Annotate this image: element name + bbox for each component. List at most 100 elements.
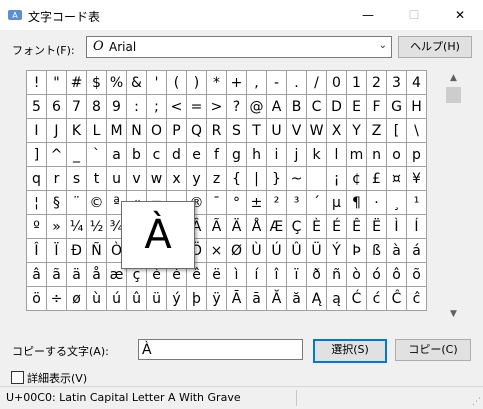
character-cell[interactable]: á: [407, 239, 427, 263]
character-cell[interactable]: Ă: [267, 287, 287, 311]
font-select[interactable]: O Arial ⌄: [86, 36, 392, 58]
character-cell[interactable]: 7: [67, 95, 87, 119]
character-cell[interactable]: Ý: [327, 239, 347, 263]
character-cell[interactable]: >: [207, 95, 227, 119]
character-cell[interactable]: °: [227, 191, 247, 215]
character-cell[interactable]: P: [167, 119, 187, 143]
help-button[interactable]: ヘルプ(H): [398, 36, 472, 58]
scroll-up-arrow-icon[interactable]: ▲: [445, 70, 462, 87]
copy-button[interactable]: コピー(C): [395, 339, 471, 361]
character-cell[interactable]: w: [147, 167, 167, 191]
character-cell[interactable]: ¤: [387, 167, 407, 191]
character-cell[interactable]: o: [387, 143, 407, 167]
character-cell[interactable]: ¦: [27, 191, 47, 215]
character-cell[interactable]: @: [247, 95, 267, 119]
character-cell[interactable]: K: [67, 119, 87, 143]
character-cell[interactable]: %: [107, 71, 127, 95]
character-cell[interactable]: ]: [27, 143, 47, 167]
character-cell[interactable]: Ĉ: [387, 287, 407, 311]
character-cell[interactable]: |: [247, 167, 267, 191]
character-cell[interactable]: ": [47, 71, 67, 95]
character-cell[interactable]: X: [327, 119, 347, 143]
character-cell[interactable]: Ï: [47, 239, 67, 263]
character-cell[interactable]: §: [47, 191, 67, 215]
character-cell[interactable]: ù: [87, 287, 107, 311]
character-cell[interactable]: q: [27, 167, 47, 191]
character-cell[interactable]: S: [227, 119, 247, 143]
character-cell[interactable]: ;: [147, 95, 167, 119]
character-cell[interactable]: I: [27, 119, 47, 143]
character-cell[interactable]: ø: [67, 287, 87, 311]
character-cell[interactable]: H: [407, 95, 427, 119]
select-button[interactable]: 選択(S): [313, 339, 387, 363]
character-cell[interactable]: M: [107, 119, 127, 143]
character-cell[interactable]: m: [347, 143, 367, 167]
character-cell[interactable]: 4: [407, 71, 427, 95]
character-cell[interactable]: f: [207, 143, 227, 167]
character-cell[interactable]: 0: [327, 71, 347, 95]
character-cell[interactable]: Y: [347, 119, 367, 143]
character-cell[interactable]: Ø: [227, 239, 247, 263]
character-cell[interactable]: Q: [187, 119, 207, 143]
character-cell[interactable]: j: [287, 143, 307, 167]
character-cell[interactable]: Í: [407, 215, 427, 239]
character-cell[interactable]: ð: [307, 263, 327, 287]
character-cell[interactable]: l: [327, 143, 347, 167]
character-cell[interactable]: e: [187, 143, 207, 167]
character-cell[interactable]: ò: [347, 263, 367, 287]
character-cell[interactable]: !: [27, 71, 47, 95]
character-cell[interactable]: Z: [367, 119, 387, 143]
character-cell[interactable]: ^: [47, 143, 67, 167]
scroll-down-arrow-icon[interactable]: ▼: [445, 306, 462, 323]
copy-characters-input[interactable]: À: [138, 339, 303, 360]
character-cell[interactable]: r: [47, 167, 67, 191]
character-cell[interactable]: ©: [87, 191, 107, 215]
character-cell[interactable]: L: [87, 119, 107, 143]
character-cell[interactable]: W: [307, 119, 327, 143]
character-cell[interactable]: í: [247, 263, 267, 287]
character-cell[interactable]: Ê: [347, 215, 367, 239]
character-cell[interactable]: Æ: [267, 215, 287, 239]
minimize-button[interactable]: —: [345, 0, 391, 30]
character-cell[interactable]: [307, 167, 327, 191]
character-cell[interactable]: h: [247, 143, 267, 167]
character-cell[interactable]: -: [267, 71, 287, 95]
character-cell[interactable]: }: [267, 167, 287, 191]
character-cell[interactable]: ¡: [327, 167, 347, 191]
character-cell[interactable]: G: [387, 95, 407, 119]
character-cell[interactable]: [: [387, 119, 407, 143]
character-cell[interactable]: :: [127, 95, 147, 119]
character-cell[interactable]: ·: [367, 191, 387, 215]
character-cell[interactable]: µ: [327, 191, 347, 215]
character-cell[interactable]: â: [27, 263, 47, 287]
character-cell[interactable]: B: [287, 95, 307, 119]
character-cell[interactable]: þ: [187, 287, 207, 311]
character-cell[interactable]: Ñ: [87, 239, 107, 263]
character-cell[interactable]: à: [387, 239, 407, 263]
character-cell[interactable]: ¹: [407, 191, 427, 215]
advanced-view-checkbox[interactable]: [11, 371, 24, 384]
character-cell[interactable]: ²: [267, 191, 287, 215]
character-cell[interactable]: Ì: [387, 215, 407, 239]
character-cell[interactable]: ë: [207, 263, 227, 287]
character-cell[interactable]: È: [307, 215, 327, 239]
character-cell[interactable]: ą: [327, 287, 347, 311]
character-cell[interactable]: Ā: [227, 287, 247, 311]
character-cell[interactable]: \: [407, 119, 427, 143]
character-cell[interactable]: ?: [227, 95, 247, 119]
character-cell[interactable]: Ë: [367, 215, 387, 239]
character-cell[interactable]: /: [307, 71, 327, 95]
character-cell[interactable]: 9: [107, 95, 127, 119]
character-cell[interactable]: Î: [27, 239, 47, 263]
character-cell[interactable]: {: [227, 167, 247, 191]
character-cell[interactable]: =: [187, 95, 207, 119]
character-cell[interactable]: y: [187, 167, 207, 191]
character-cell[interactable]: ¢: [347, 167, 367, 191]
character-cell[interactable]: ÿ: [207, 287, 227, 311]
character-cell[interactable]: d: [167, 143, 187, 167]
character-cell[interactable]: ß: [367, 239, 387, 263]
character-cell[interactable]: ä: [67, 263, 87, 287]
character-cell[interactable]: ñ: [327, 263, 347, 287]
character-cell[interactable]: ±: [247, 191, 267, 215]
character-cell[interactable]: v: [127, 167, 147, 191]
